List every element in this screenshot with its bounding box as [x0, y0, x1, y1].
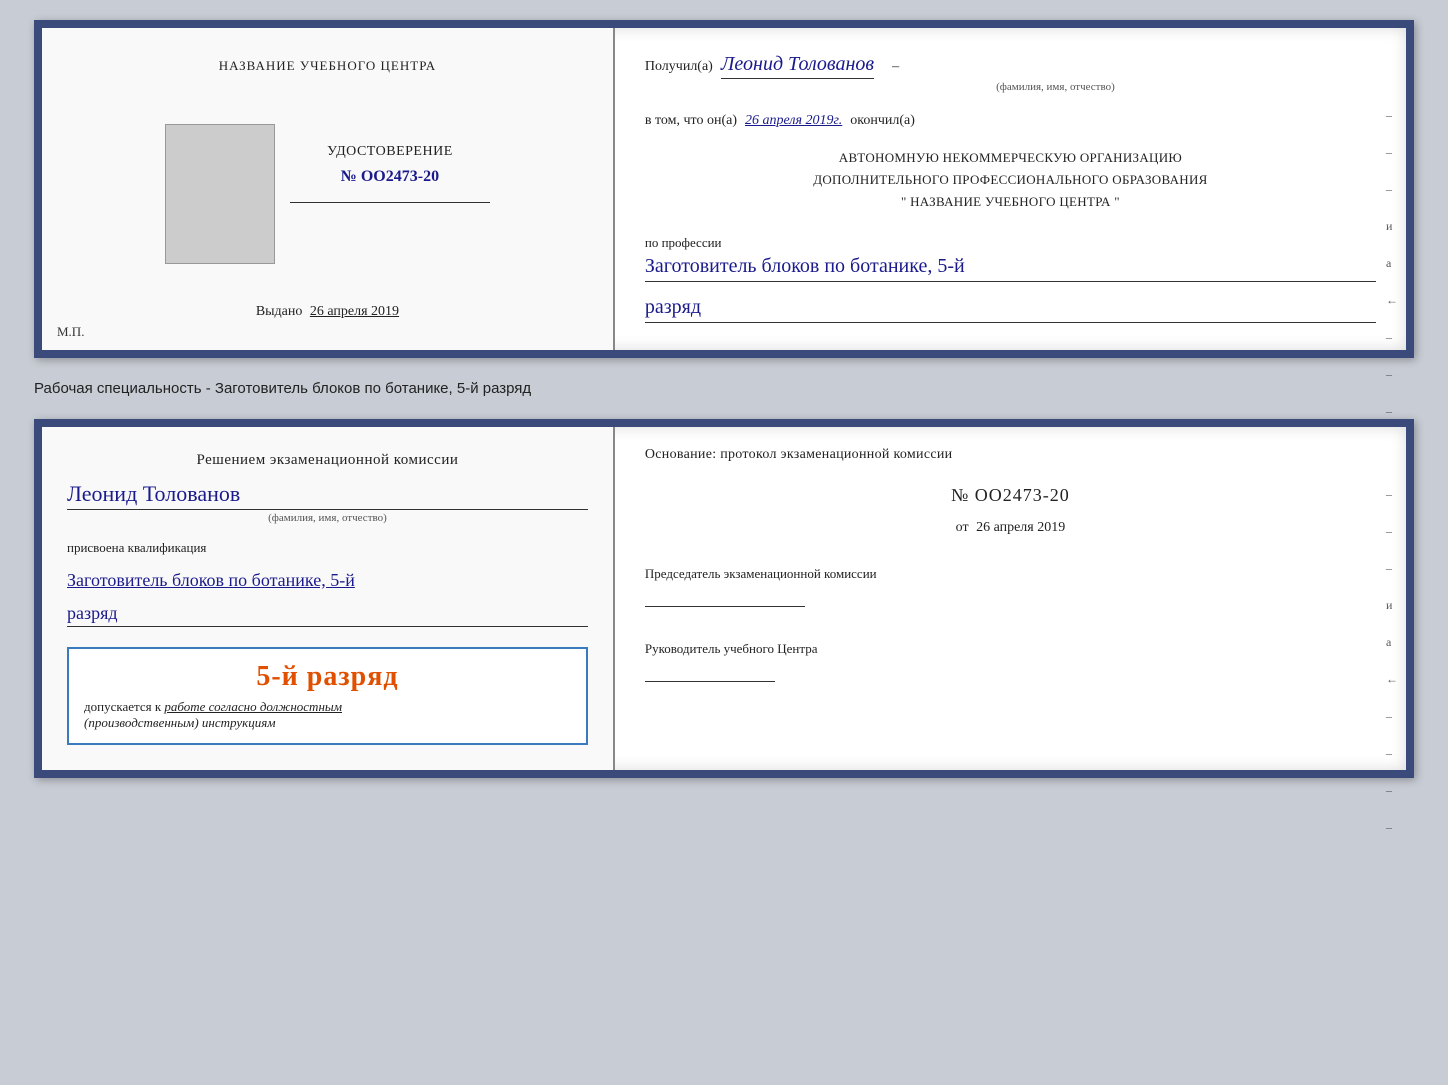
exam-left-panel: Решением экзаменационной комиссии Леонид…: [42, 427, 615, 770]
cert-right-panel: Получил(а) Леонид Толованов – (фамилия, …: [615, 28, 1406, 350]
between-label: Рабочая специальность - Заготовитель бло…: [34, 376, 1414, 401]
decision-text: Решением экзаменационной комиссии: [67, 452, 588, 469]
profession-block: по профессии Заготовитель блоков по бота…: [645, 235, 1376, 282]
protocol-number: № OO2473-20: [645, 485, 1376, 506]
allowed-text: работе согласно должностным: [164, 699, 342, 714]
exam-card: Решением экзаменационной комиссии Леонид…: [34, 419, 1414, 778]
exam-name-sublabel: (фамилия, имя, отчество): [67, 512, 588, 524]
certificate-label: УДОСТОВЕРЕНИЕ: [327, 144, 453, 160]
side-dashes-2: – – – и а ← – – – –: [1386, 487, 1398, 835]
signature-line-1: [290, 202, 490, 203]
certificate-number: № OO2473-20: [341, 168, 439, 186]
recipient-name: Леонид Толованов: [721, 53, 874, 79]
director-sign-line: [645, 681, 775, 682]
photo-placeholder: [165, 124, 275, 264]
cert-left-panel: НАЗВАНИЕ УЧЕБНОГО ЦЕНТРА УДОСТОВЕРЕНИЕ №…: [42, 28, 615, 350]
qual-handwritten: Заготовитель блоков по ботанике, 5-й: [67, 570, 588, 591]
issued-label: Выдано 26 апреля 2019: [256, 304, 399, 320]
received-prefix: Получил(а): [645, 59, 713, 75]
allowed-text-block: допускается к работе согласно должностны…: [84, 699, 571, 731]
profession-handwritten: Заготовитель блоков по ботанике, 5-й: [645, 255, 1376, 282]
from-date-block: от 26 апреля 2019: [645, 520, 1376, 536]
exam-name-block: Леонид Толованов (фамилия, имя, отчество…: [67, 481, 588, 524]
director-block: Руководитель учебного Центра: [645, 641, 1376, 682]
qual-label: присвоена квалификация: [67, 540, 588, 556]
highlight-box: 5-й разряд допускается к работе согласно…: [67, 647, 588, 745]
mp-label: М.П.: [57, 324, 84, 340]
allowed-text2: (производственным) инструкциям: [84, 715, 276, 730]
side-dashes-1: – – – и а ← – – – –: [1386, 108, 1398, 456]
rank-handwritten-2: разряд: [67, 603, 588, 627]
highlight-rank: 5-й разряд: [84, 661, 571, 693]
date-block: в том, что он(а) 26 апреля 2019г. окончи…: [645, 113, 1376, 129]
chairman-block: Председатель экзаменационной комиссии: [645, 566, 1376, 607]
received-block: Получил(а) Леонид Толованов – (фамилия, …: [645, 53, 1376, 93]
date-handwritten: 26 апреля 2019г.: [745, 113, 842, 129]
certificate-card: НАЗВАНИЕ УЧЕБНОГО ЦЕНТРА УДОСТОВЕРЕНИЕ №…: [34, 20, 1414, 358]
name-sublabel-1: (фамилия, имя, отчество): [735, 81, 1376, 93]
exam-person-name: Леонид Толованов: [67, 481, 588, 510]
exam-right-panel: Основание: протокол экзаменационной коми…: [615, 427, 1406, 770]
org-block: АВТОНОМНУЮ НЕКОММЕРЧЕСКУЮ ОРГАНИЗАЦИЮ ДО…: [645, 147, 1376, 213]
basis-text: Основание: протокол экзаменационной коми…: [645, 447, 1376, 463]
chairman-sign-line: [645, 606, 805, 607]
issued-date: 26 апреля 2019: [310, 304, 399, 319]
rank-handwritten-1: разряд: [645, 296, 1376, 323]
institution-name: НАЗВАНИЕ УЧЕБНОГО ЦЕНТРА: [219, 58, 436, 74]
from-date: 26 апреля 2019: [976, 520, 1065, 535]
